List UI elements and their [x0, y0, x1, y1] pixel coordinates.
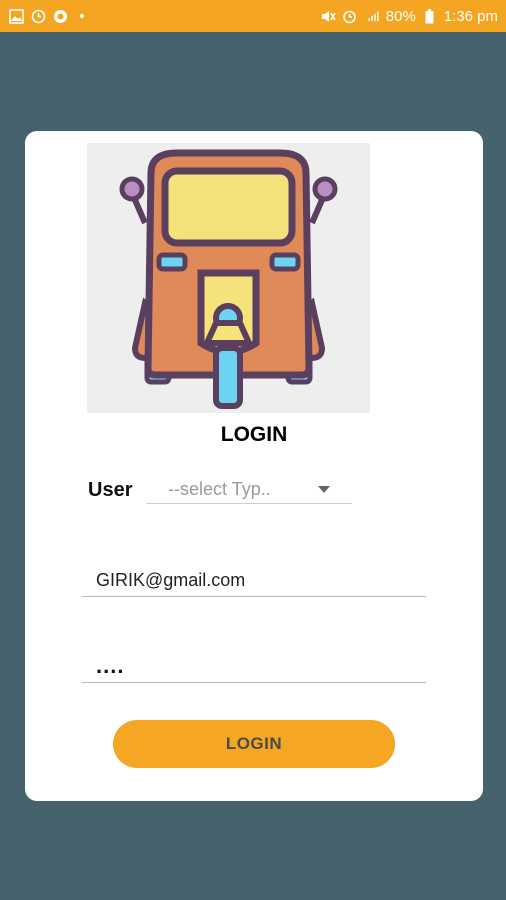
status-bar-left — [8, 8, 84, 24]
clock-icon — [30, 8, 46, 24]
status-bar: 80% 1:36 pm — [0, 0, 506, 32]
auto-rickshaw-icon — [119, 149, 338, 409]
email-field[interactable]: GIRIK@gmail.com — [82, 564, 426, 597]
status-bar-right: 80% 1:36 pm — [320, 8, 498, 25]
battery-percent: 80% — [385, 7, 416, 25]
user-type-placeholder: --select Typ.. — [168, 478, 271, 499]
password-value: .... — [96, 653, 125, 678]
auto-rickshaw-logo — [87, 143, 370, 413]
email-value: GIRIK@gmail.com — [96, 569, 246, 590]
clock-time: 1:36 pm — [443, 7, 498, 25]
login-card: LOGIN User --select Typ.. GIRIK@gmail.co… — [25, 131, 483, 801]
user-type-select[interactable]: --select Typ.. — [146, 475, 352, 504]
gallery-icon — [8, 8, 24, 24]
user-label: User — [88, 479, 133, 501]
app-notification-icon — [52, 8, 68, 24]
dropdown-caret-icon — [318, 485, 330, 493]
more-notifications-dot — [80, 14, 84, 18]
password-field[interactable]: .... — [82, 650, 426, 683]
alarm-icon — [342, 8, 358, 24]
login-title: LOGIN — [220, 423, 288, 446]
login-button[interactable]: LOGIN — [113, 720, 395, 768]
battery-icon — [422, 8, 438, 24]
signal-icon — [364, 8, 380, 24]
mute-icon — [320, 8, 336, 24]
